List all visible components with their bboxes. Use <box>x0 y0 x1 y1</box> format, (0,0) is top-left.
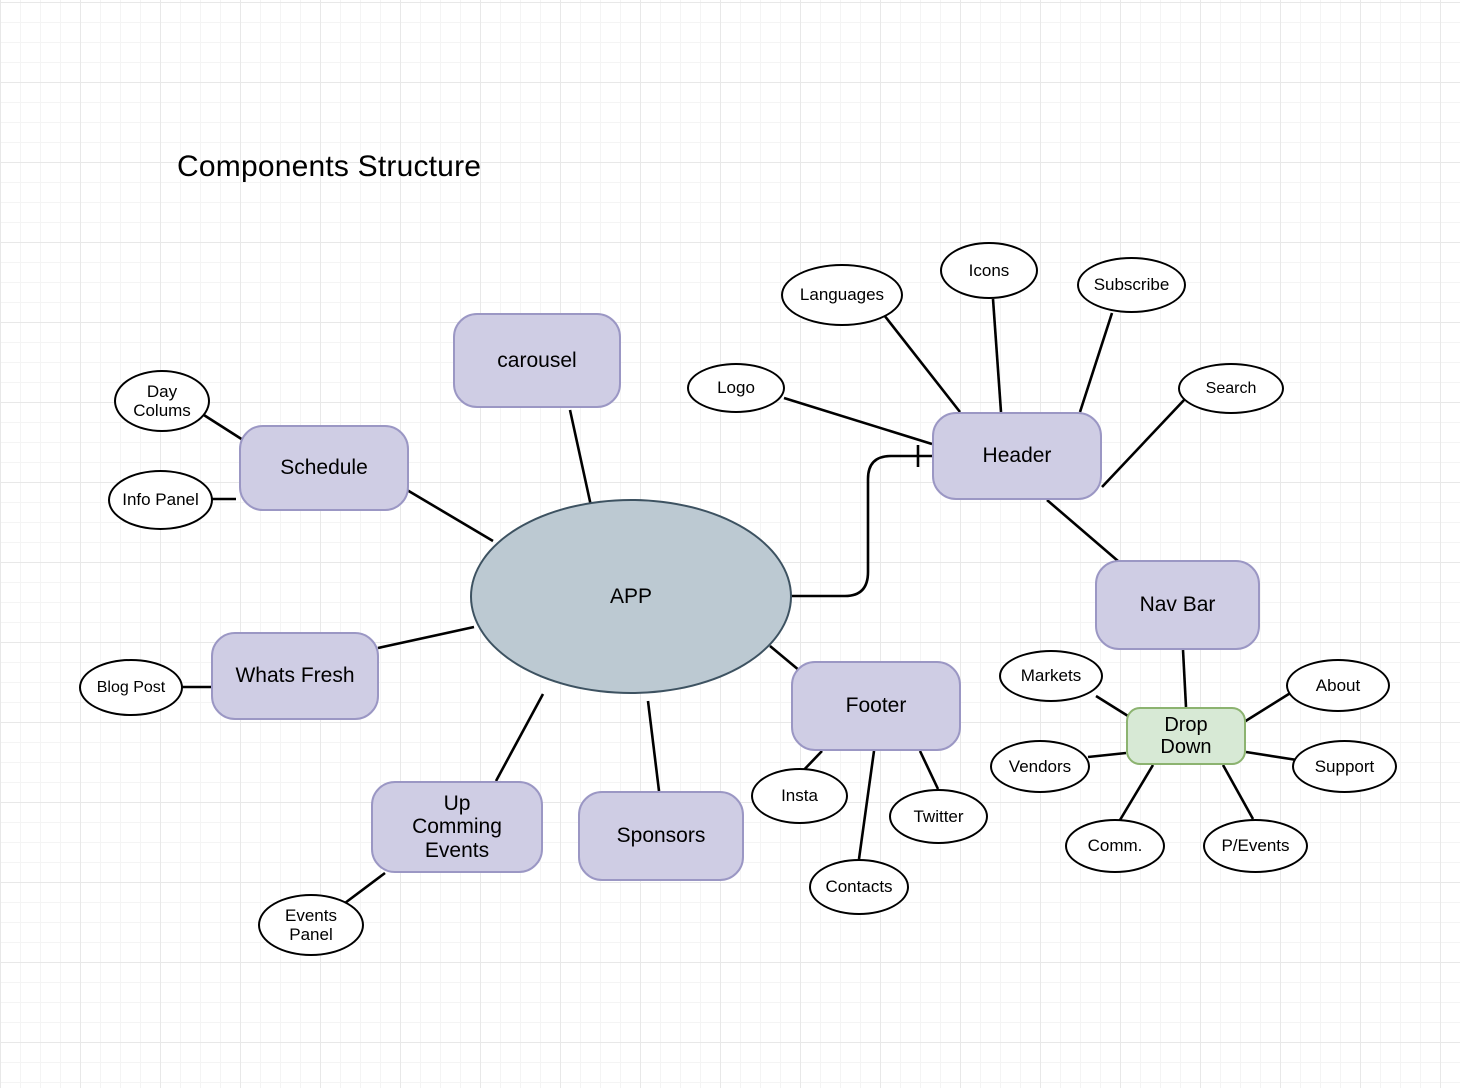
node-label-carousel: carousel <box>497 348 577 372</box>
edge-app-upcoming <box>494 693 545 782</box>
node-label-footer: Footer <box>845 694 907 718</box>
node-label-blogpost: Blog Post <box>96 678 166 696</box>
node-comm[interactable]: Comm. <box>1065 819 1165 873</box>
node-label-contacts: Contacts <box>825 877 893 897</box>
node-label-subscribe: Subscribe <box>1093 275 1170 295</box>
edge-app-whatsfresh <box>377 625 475 650</box>
edge-header-navbar <box>1046 499 1119 562</box>
edge-app-sponsors <box>646 700 661 792</box>
node-label-about: About <box>1315 675 1361 695</box>
edge-dropdown-markets <box>1095 694 1129 718</box>
node-about[interactable]: About <box>1286 659 1390 712</box>
edge-header-icons <box>991 298 1003 413</box>
node-footer[interactable]: Footer <box>791 661 961 751</box>
node-logo[interactable]: Logo <box>687 363 785 413</box>
node-label-app: APP <box>609 584 653 608</box>
node-app[interactable]: APP <box>470 499 792 694</box>
edge-navbar-dropdown <box>1181 649 1188 708</box>
node-label-insta: Insta <box>781 786 818 806</box>
node-label-twitter: Twitter <box>913 806 964 826</box>
edge-header-logo <box>783 396 933 446</box>
node-whatsfresh[interactable]: Whats Fresh <box>211 632 379 720</box>
edge-footer-twitter <box>918 750 940 790</box>
edge-dropdown-pevents <box>1221 764 1255 820</box>
node-label-pevents: P/Events <box>1221 836 1290 856</box>
node-label-navbar: Nav Bar <box>1139 593 1216 617</box>
node-markets[interactable]: Markets <box>999 650 1103 702</box>
node-header[interactable]: Header <box>932 412 1102 500</box>
node-label-icons: Icons <box>968 260 1010 280</box>
node-twitter[interactable]: Twitter <box>889 789 988 844</box>
node-label-sponsors: Sponsors <box>616 824 706 848</box>
node-support[interactable]: Support <box>1292 740 1397 793</box>
node-label-dropdown: Drop Down <box>1160 713 1212 758</box>
edge-app-header <box>791 454 932 598</box>
node-languages[interactable]: Languages <box>781 264 903 326</box>
node-carousel[interactable]: carousel <box>453 313 621 408</box>
node-label-eventspanel: Events Panel <box>285 905 337 944</box>
node-label-comm: Comm. <box>1087 836 1143 856</box>
node-label-whatsfresh: Whats Fresh <box>235 664 355 688</box>
node-sponsors[interactable]: Sponsors <box>578 791 744 881</box>
node-navbar[interactable]: Nav Bar <box>1095 560 1260 650</box>
node-label-header: Header <box>982 444 1052 468</box>
edge-footer-contacts <box>857 750 876 860</box>
node-schedule[interactable]: Schedule <box>239 425 409 511</box>
node-eventspanel[interactable]: Events Panel <box>258 894 364 956</box>
node-daycolums[interactable]: Day Colums <box>114 370 210 432</box>
edge-dropdown-comm <box>1118 764 1155 821</box>
edge-header-subscribe <box>1078 312 1114 413</box>
node-label-search: Search <box>1205 379 1257 397</box>
node-label-vendors: Vendors <box>1008 756 1072 776</box>
diagram-canvas: Components Structure APP carousel Schedule… <box>0 0 1460 1088</box>
edge-upcoming-eventspanel <box>344 871 386 905</box>
edge-dropdown-support <box>1245 750 1298 762</box>
node-subscribe[interactable]: Subscribe <box>1077 257 1186 313</box>
node-label-logo: Logo <box>717 378 755 398</box>
node-label-daycolums: Day Colums <box>133 381 191 420</box>
edge-header-search <box>1101 398 1186 488</box>
edge-header-languages <box>882 314 962 413</box>
node-pevents[interactable]: P/Events <box>1203 819 1308 873</box>
node-vendors[interactable]: Vendors <box>990 740 1090 793</box>
edge-app-schedule <box>406 488 494 543</box>
node-infopanel[interactable]: Info Panel <box>108 470 213 530</box>
node-label-languages: Languages <box>799 285 885 305</box>
node-label-infopanel: Info Panel <box>122 490 199 510</box>
edge-dropdown-about <box>1243 690 1293 724</box>
node-label-markets: Markets <box>1020 666 1082 686</box>
node-insta[interactable]: Insta <box>751 768 848 824</box>
node-label-upcoming: Up Comming Events <box>412 791 502 862</box>
node-label-schedule: Schedule <box>280 456 368 480</box>
node-blogpost[interactable]: Blog Post <box>79 659 183 716</box>
edge-dropdown-vendors <box>1087 751 1127 759</box>
node-label-support: Support <box>1314 756 1375 776</box>
node-search[interactable]: Search <box>1178 363 1284 414</box>
page-title: Components Structure <box>177 150 482 183</box>
node-icons[interactable]: Icons <box>940 242 1038 299</box>
node-contacts[interactable]: Contacts <box>809 859 909 915</box>
node-upcoming[interactable]: Up Comming Events <box>371 781 543 873</box>
node-dropdown[interactable]: Drop Down <box>1126 707 1246 765</box>
